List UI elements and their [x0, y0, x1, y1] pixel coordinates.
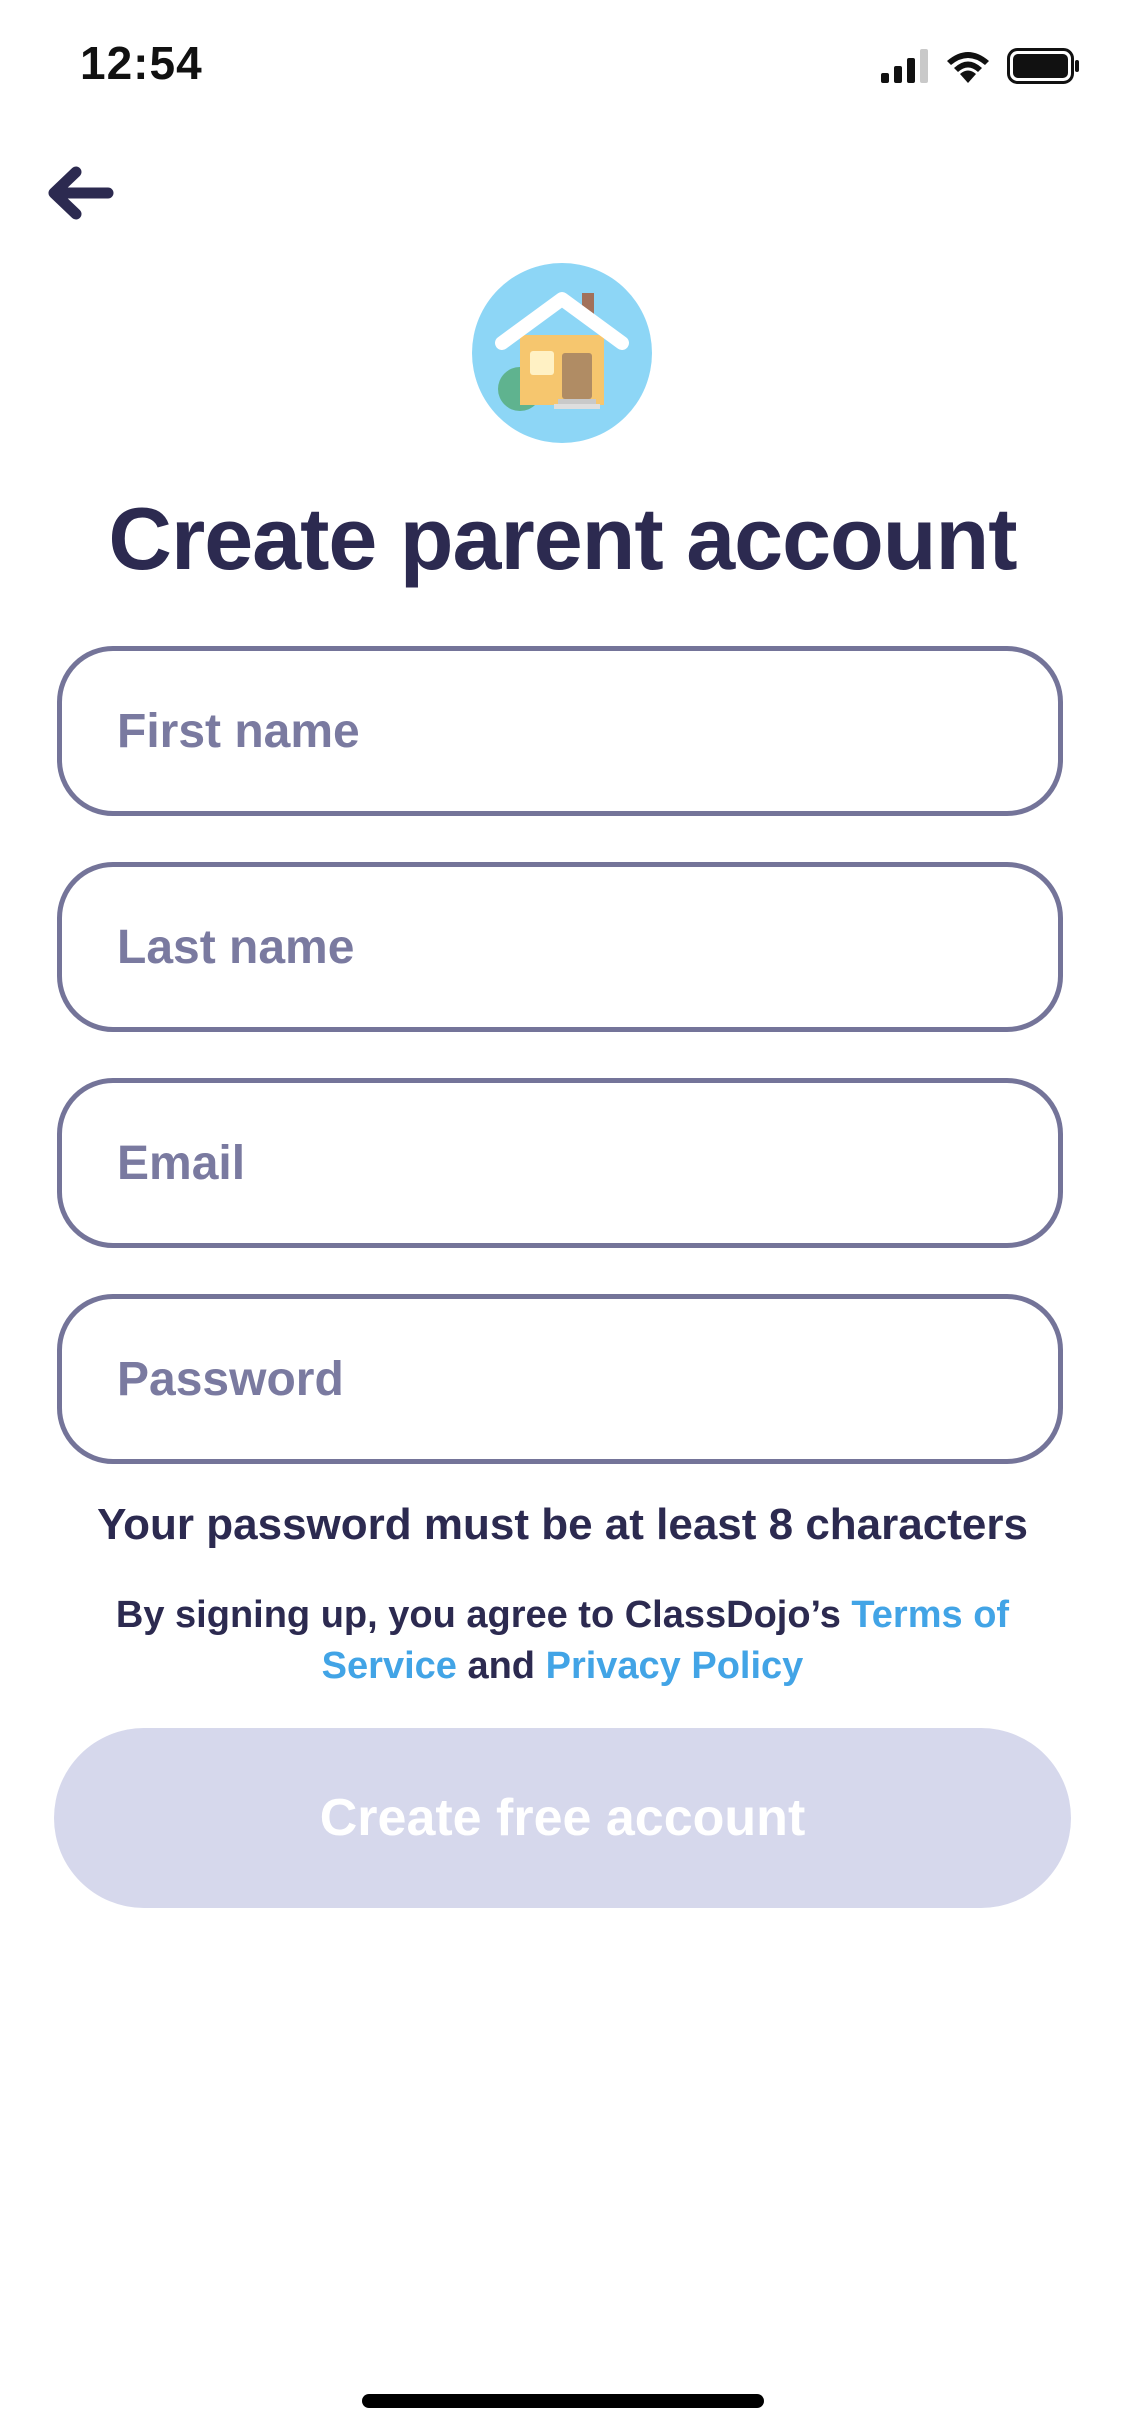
arrow-left-icon	[44, 163, 114, 228]
password-hint: Your password must be at least 8 charact…	[97, 1500, 1028, 1549]
privacy-policy-link[interactable]: Privacy Policy	[546, 1645, 804, 1687]
house-avatar	[472, 263, 652, 443]
home-indicator[interactable]	[362, 2394, 764, 2408]
legal-conjunction: and	[456, 1645, 546, 1687]
page-title: Create parent account	[108, 489, 1017, 588]
last-name-input[interactable]	[57, 862, 1063, 1032]
first-name-input[interactable]	[57, 646, 1063, 816]
wifi-icon	[945, 49, 991, 88]
password-input[interactable]	[57, 1294, 1063, 1464]
house-icon	[472, 292, 652, 443]
legal-prefix: By signing up, you agree to ClassDojo’s	[115, 1594, 852, 1636]
status-icons	[881, 47, 1081, 89]
status-time: 12:54	[80, 37, 203, 89]
legal-text: By signing up, you agree to ClassDojo’s …	[90, 1590, 1035, 1692]
create-account-button[interactable]: Create free account	[54, 1728, 1071, 1908]
cellular-signal-icon	[881, 48, 929, 88]
back-button[interactable]	[44, 160, 134, 230]
battery-icon	[1007, 47, 1081, 89]
email-input[interactable]	[57, 1078, 1063, 1248]
